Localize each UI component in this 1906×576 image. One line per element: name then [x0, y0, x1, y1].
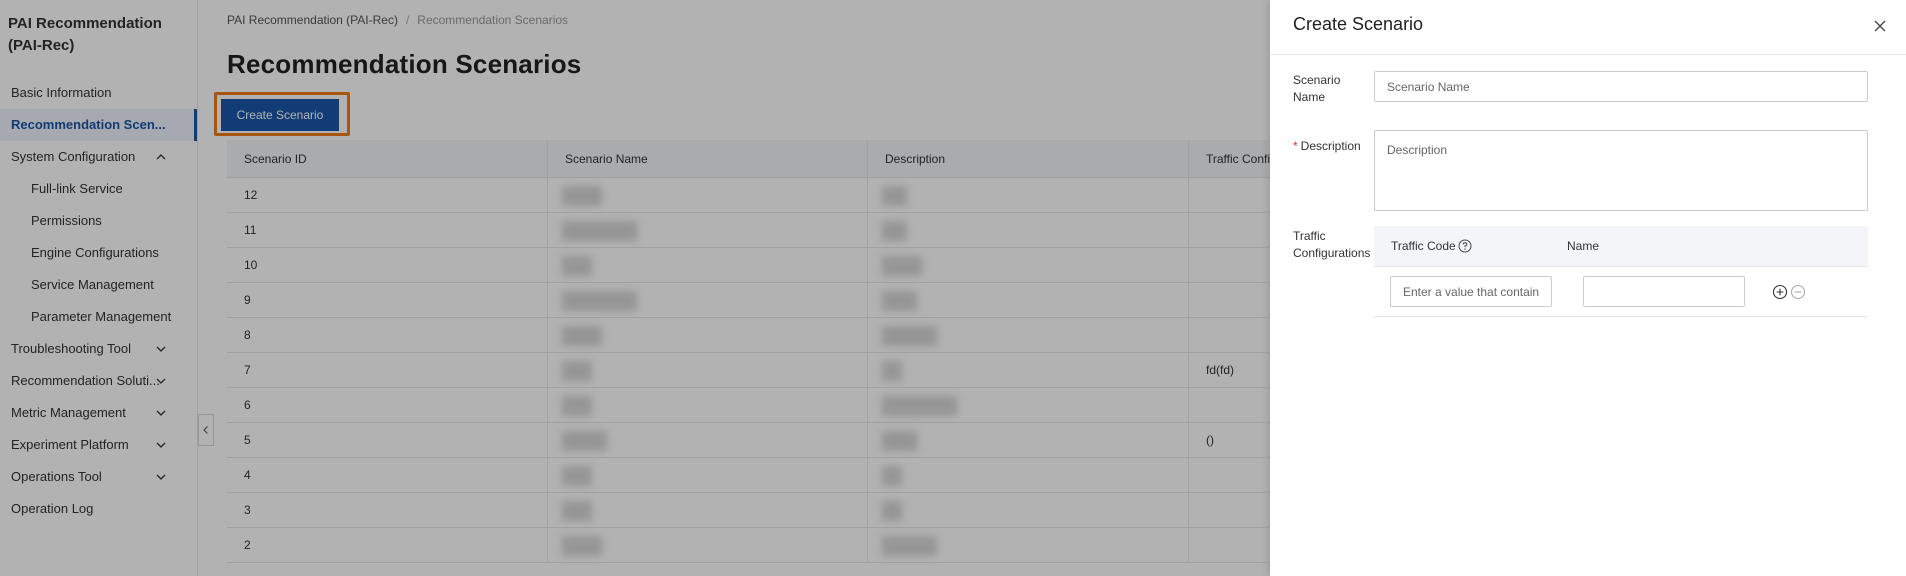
traffic-name-header: Name: [1567, 239, 1600, 253]
description-textarea[interactable]: [1374, 130, 1868, 211]
plus-circle-icon: [1772, 284, 1788, 300]
traffic-code-input[interactable]: [1390, 276, 1552, 307]
description-label-text: Description: [1300, 139, 1361, 153]
scenario-name-input[interactable]: [1374, 71, 1868, 102]
minus-circle-icon: [1790, 284, 1806, 300]
traffic-config-header: Traffic Code Name: [1374, 226, 1868, 267]
close-button[interactable]: [1870, 16, 1890, 36]
help-icon[interactable]: [1458, 239, 1472, 253]
close-icon: [1874, 20, 1886, 32]
traffic-config-table: Traffic Code Name: [1374, 226, 1868, 317]
traffic-code-header-label: Traffic Code: [1391, 239, 1456, 253]
remove-row-button[interactable]: [1790, 284, 1806, 300]
create-scenario-drawer: Create Scenario Scenario Name *Descripti…: [1270, 0, 1906, 576]
traffic-code-header: Traffic Code: [1374, 239, 1567, 253]
traffic-configurations-label: Traffic Configurations: [1293, 229, 1371, 260]
add-row-button[interactable]: [1772, 284, 1788, 300]
traffic-name-input[interactable]: [1583, 276, 1745, 307]
required-marker: *: [1293, 139, 1298, 153]
drawer-title: Create Scenario: [1293, 14, 1424, 34]
traffic-config-row: [1374, 267, 1868, 317]
scenario-name-label: Scenario Name: [1293, 73, 1341, 104]
drawer-header: Create Scenario: [1270, 0, 1906, 55]
description-label: * Description: [1293, 138, 1373, 155]
overlay-mask[interactable]: [0, 0, 1270, 576]
